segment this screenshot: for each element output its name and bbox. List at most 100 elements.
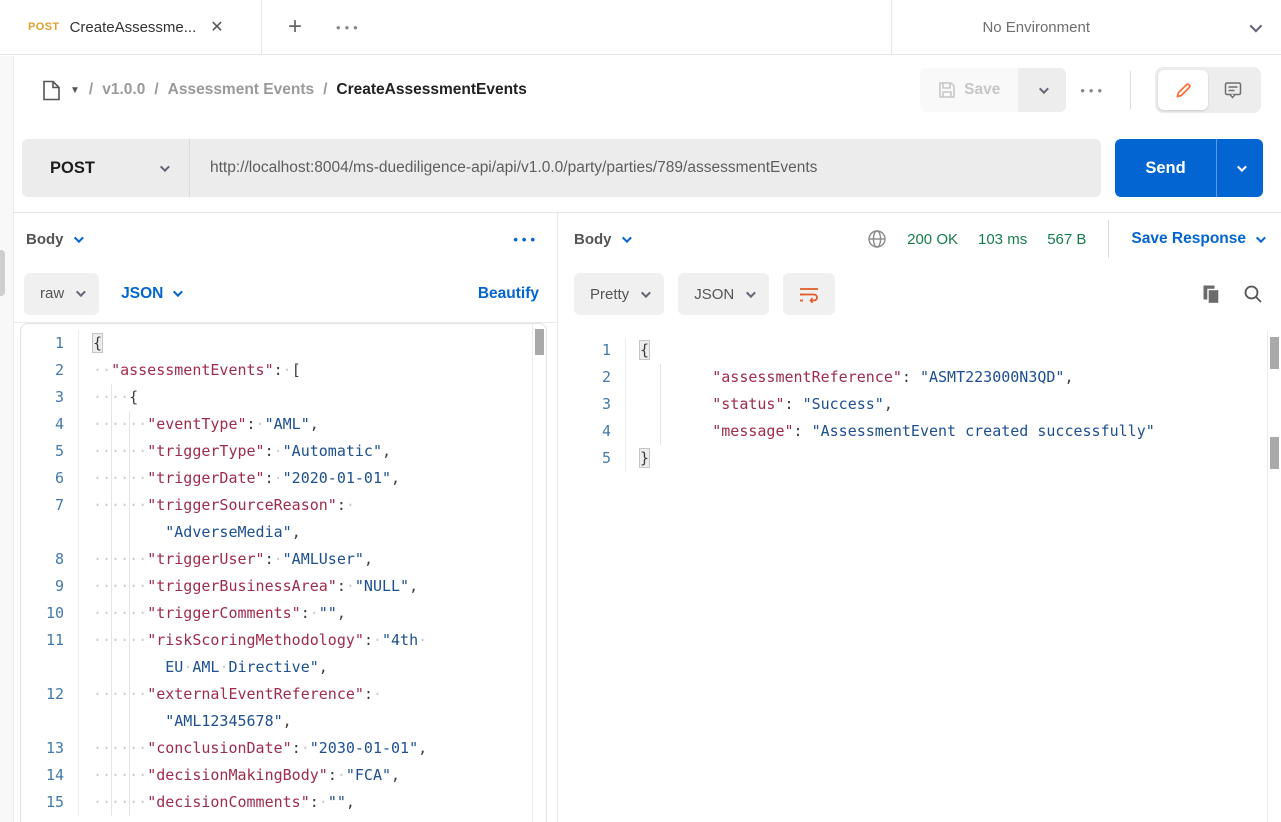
save-button[interactable]: Save [920, 68, 1018, 112]
code-line: 15······"decisionComments":·"", [21, 789, 546, 816]
new-tab-button[interactable]: + [288, 13, 302, 41]
response-view-select[interactable]: Pretty [574, 273, 664, 315]
scrollbar-thumb[interactable] [1270, 437, 1279, 469]
divider [1108, 220, 1109, 258]
collapsed-sidebar-rail[interactable] [0, 56, 14, 822]
response-scrollbar[interactable] [1267, 331, 1281, 822]
indent-guide [660, 364, 661, 445]
chevron-down-icon [173, 287, 183, 297]
send-button[interactable]: Send [1115, 139, 1217, 197]
chevron-down-icon [73, 233, 83, 243]
response-size-badge[interactable]: 567 B [1047, 231, 1086, 248]
code-line: 9······"triggerBusinessArea":·"NULL", [21, 573, 546, 600]
beautify-button[interactable]: Beautify [478, 285, 539, 303]
copy-icon[interactable] [1202, 284, 1221, 305]
edit-mode-button[interactable] [1158, 70, 1208, 110]
breadcrumb: ▼ / v1.0.0 / Assessment Events / CreateA… [42, 80, 527, 101]
request-body-editor[interactable]: 1{2··"assessmentEvents":·[3····{4······"… [20, 323, 547, 822]
body-language-select[interactable]: JSON [121, 285, 180, 303]
breadcrumb-item-folder[interactable]: Assessment Events [168, 81, 314, 99]
tab-bar: POST CreateAssessme... ✕ + ••• No Enviro… [0, 0, 1281, 55]
chevron-down-icon [1250, 19, 1263, 32]
code-line: 8······"triggerUser":·"AMLUser", [21, 546, 546, 573]
collection-file-icon[interactable] [42, 80, 61, 101]
environment-label: No Environment [982, 19, 1090, 36]
request-tab[interactable]: POST CreateAssessme... ✕ [0, 0, 262, 54]
search-icon[interactable] [1243, 284, 1263, 304]
url-input[interactable]: http://localhost:8004/ms-duediligence-ap… [190, 139, 1101, 197]
sidebar-drag-handle[interactable] [0, 250, 5, 296]
comments-button[interactable] [1208, 70, 1258, 110]
breadcrumb-item-version[interactable]: v1.0.0 [102, 81, 145, 99]
chevron-down-icon [76, 287, 86, 297]
breadcrumb-item-current[interactable]: CreateAssessmentEvents [336, 81, 526, 99]
response-language-value: JSON [694, 286, 734, 303]
code-line: 5} [568, 445, 1267, 472]
scrollbar-thumb[interactable] [535, 329, 544, 355]
body-mode-select[interactable]: raw [24, 273, 99, 315]
response-section-tab[interactable]: Body [574, 231, 612, 248]
body-language-value: JSON [121, 285, 163, 303]
wrap-lines-button[interactable] [783, 273, 835, 315]
save-button-label: Save [964, 81, 1000, 99]
tab-method-badge: POST [28, 21, 60, 33]
response-body-viewer[interactable]: 1{2 "assessmentReference": "ASMT223000N3… [558, 331, 1267, 822]
scrollbar-thumb[interactable] [1270, 337, 1279, 369]
chevron-down-icon [641, 288, 651, 298]
response-language-select[interactable]: JSON [678, 273, 769, 315]
indent-guide [129, 411, 130, 816]
code-line: 6······"triggerDate":·"2020-01-01", [21, 465, 546, 492]
collection-caret-icon[interactable]: ▼ [70, 85, 80, 96]
save-response-label: Save Response [1131, 230, 1246, 248]
breadcrumb-row: ▼ / v1.0.0 / Assessment Events / CreateA… [0, 55, 1281, 125]
method-select-value: POST [50, 159, 95, 178]
status-code-badge[interactable]: 200 OK [907, 231, 958, 248]
code-line: 4······"eventType":·"AML", [21, 411, 546, 438]
send-options-button[interactable] [1217, 139, 1263, 197]
tab-options-icon[interactable]: ••• [336, 20, 362, 35]
code-line: 3 "status": "Success", [568, 391, 1267, 418]
response-time-badge[interactable]: 103 ms [978, 231, 1027, 248]
breadcrumb-separator: / [89, 81, 93, 99]
chevron-down-icon [621, 233, 631, 243]
divider [1130, 71, 1131, 109]
code-line: 12······"externalEventReference":· [21, 681, 546, 708]
body-options-icon[interactable]: ••• [513, 232, 539, 247]
code-line: "AML12345678", [21, 708, 546, 735]
code-line: 3····{ [21, 384, 546, 411]
code-line: 13······"conclusionDate":·"2030-01-01", [21, 735, 546, 762]
pencil-icon [1174, 81, 1193, 100]
code-line: 10······"triggerComments":·"", [21, 600, 546, 627]
wrap-lines-icon [798, 285, 820, 303]
code-line: 2 "assessmentReference": "ASMT223000N3QD… [568, 364, 1267, 391]
code-line: 7······"triggerSourceReason":· [21, 492, 546, 519]
chevron-down-icon [1256, 233, 1266, 243]
environment-selector[interactable]: No Environment [891, 0, 1281, 54]
network-globe-icon [867, 229, 887, 249]
close-tab-icon[interactable]: ✕ [210, 17, 223, 37]
code-line: EU·AML·Directive", [21, 654, 546, 681]
code-line: 11······"riskScoringMethodology":·"4th· [21, 627, 546, 654]
tab-title: CreateAssessme... [70, 19, 197, 36]
chevron-down-icon [160, 162, 170, 172]
code-line: 5······"triggerType":·"Automatic", [21, 438, 546, 465]
request-body-panel: Body ••• raw JSON Beautify 1{2··"assessm… [14, 213, 558, 822]
code-line: 1{ [21, 330, 546, 357]
chevron-down-icon [746, 288, 756, 298]
save-options-button[interactable] [1018, 68, 1066, 112]
editor-scrollbar[interactable] [532, 324, 546, 822]
code-line: 14······"decisionMakingBody":·"FCA", [21, 762, 546, 789]
save-response-button[interactable]: Save Response [1131, 230, 1263, 248]
method-select[interactable]: POST [22, 139, 190, 197]
response-view-value: Pretty [590, 286, 629, 303]
request-builder-row: POST http://localhost:8004/ms-duediligen… [0, 125, 1281, 211]
request-section-tab[interactable]: Body [26, 231, 64, 248]
chevron-down-icon [1039, 84, 1049, 94]
code-line: "AdverseMedia", [21, 519, 546, 546]
mode-toggle-group [1155, 67, 1261, 113]
indent-guide [111, 384, 112, 816]
comment-icon [1223, 80, 1243, 100]
request-options-icon[interactable]: ••• [1080, 83, 1106, 98]
chevron-down-icon [1236, 162, 1246, 172]
code-line: 2··"assessmentEvents":·[ [21, 357, 546, 384]
